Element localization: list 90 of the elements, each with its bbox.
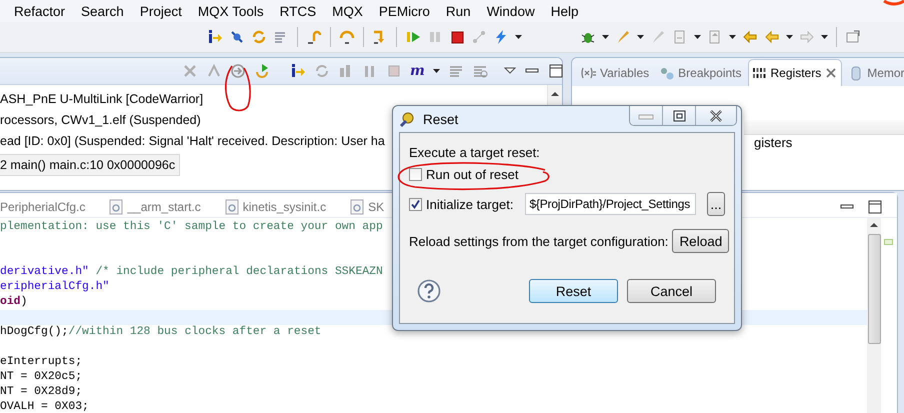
dialog-title: Reset bbox=[423, 112, 458, 126]
view-tab[interactable]: Breakpoints bbox=[655, 59, 746, 86]
stop-icon[interactable] bbox=[449, 29, 465, 45]
maximize-icon[interactable] bbox=[867, 199, 883, 215]
mode-label[interactable]: m bbox=[410, 63, 425, 79]
c-file-icon bbox=[109, 199, 124, 215]
menu-item[interactable]: MQX Tools bbox=[198, 4, 264, 18]
menu-item[interactable]: MQX bbox=[332, 4, 363, 18]
reset-icon[interactable] bbox=[230, 63, 246, 79]
sync-icon[interactable] bbox=[251, 29, 267, 45]
code-line: NT = 0X28d9; bbox=[0, 385, 82, 400]
close-icon bbox=[709, 108, 723, 122]
scrollbar-thumb[interactable] bbox=[868, 234, 880, 344]
menu-item[interactable]: PEMicro bbox=[378, 4, 430, 18]
checkbox[interactable] bbox=[409, 168, 422, 181]
close-icon[interactable] bbox=[824, 66, 838, 80]
restart-icon[interactable] bbox=[254, 63, 270, 79]
registers-text: gisters bbox=[754, 135, 792, 151]
help-icon[interactable] bbox=[417, 279, 441, 303]
browse-button[interactable]: ... bbox=[706, 192, 725, 216]
checkbox-label[interactable]: Initialize target: bbox=[426, 196, 514, 212]
checkbox-label[interactable]: Run out of reset bbox=[426, 167, 518, 182]
code-line: oid) bbox=[0, 295, 28, 310]
caret-icon[interactable] bbox=[637, 35, 644, 39]
caret-icon[interactable] bbox=[694, 35, 701, 39]
window-icon[interactable] bbox=[845, 29, 861, 45]
step-arrow-icon[interactable] bbox=[290, 63, 306, 79]
back-icon[interactable] bbox=[764, 29, 780, 45]
code-line: plementation: use this 'C' sample to create your own app bbox=[0, 220, 383, 235]
reload-button[interactable]: Reload bbox=[672, 229, 730, 253]
caret-icon[interactable] bbox=[786, 35, 793, 39]
resume-icon[interactable] bbox=[405, 29, 421, 45]
debug-tree-item[interactable]: rocessors, CWv1_1.elf (Suspended) bbox=[0, 113, 201, 127]
dialog-button[interactable]: Reset bbox=[529, 279, 618, 303]
step-over-icon[interactable] bbox=[339, 29, 355, 45]
view-menu-icon[interactable] bbox=[504, 66, 516, 76]
close-button[interactable] bbox=[695, 106, 736, 125]
annotation-mark bbox=[883, 0, 904, 6]
lightning-icon[interactable] bbox=[493, 29, 509, 45]
h-file-icon bbox=[350, 199, 364, 215]
brush-icon[interactable] bbox=[615, 29, 631, 45]
checkbox[interactable] bbox=[409, 198, 422, 210]
binary-icon[interactable] bbox=[752, 65, 768, 81]
debug-tree-item[interactable]: ead [ID: 0x0] (Suspended: Signal 'Halt' received. Description: User ha bbox=[0, 134, 385, 148]
terminate-icon[interactable] bbox=[182, 63, 198, 79]
code-line: eripherialCfg.h" bbox=[0, 280, 110, 295]
caret-icon[interactable] bbox=[515, 35, 522, 39]
sync-icon[interactable] bbox=[314, 63, 330, 79]
c-file-icon bbox=[224, 199, 239, 215]
section-heading: Execute a target reset: bbox=[409, 145, 541, 160]
code-line: hDogCfg();//within 128 bus clocks after a reset bbox=[0, 325, 322, 340]
scroll-up-icon[interactable] bbox=[869, 222, 879, 228]
breakpoint-icon[interactable] bbox=[659, 65, 676, 81]
editor-tab[interactable]: __arm_start.c bbox=[109, 199, 201, 215]
caret-icon[interactable] bbox=[729, 35, 736, 39]
view-tab[interactable]: Memor bbox=[844, 59, 904, 86]
scroll-up-icon[interactable] bbox=[550, 91, 560, 97]
debug-tree-item[interactable]: 2 main() main.c:10 0x0000096c bbox=[0, 154, 180, 176]
restore-icon bbox=[672, 110, 686, 122]
restore-button[interactable] bbox=[662, 106, 695, 125]
menu-item[interactable]: Help bbox=[550, 4, 578, 18]
step-arrow-icon[interactable] bbox=[207, 29, 223, 45]
editor-tab[interactable]: kinetis_sysinit.c bbox=[224, 199, 326, 215]
reload-label: Reload settings from the target configuration: bbox=[409, 234, 668, 248]
code-line: OVALH = 0X03; bbox=[0, 400, 89, 413]
debug-tree-item[interactable]: ASH_PnE U-MultiLink [CodeWarrior] bbox=[0, 92, 204, 106]
minimize-icon bbox=[638, 112, 654, 120]
code-line: NT = 0X20c5; bbox=[0, 370, 82, 385]
code-line: derivative.h" /* include peripheral declarations SSKEAZN bbox=[0, 265, 383, 280]
caret-icon[interactable] bbox=[821, 35, 828, 39]
view-tab[interactable]: Registers bbox=[748, 59, 842, 86]
path-field[interactable]: ${ProjDirPath}/Project_Settings bbox=[525, 193, 696, 215]
view-tab[interactable]: Variables bbox=[576, 59, 654, 86]
menu-item[interactable]: Run bbox=[446, 4, 471, 18]
variables-icon[interactable] bbox=[580, 65, 597, 81]
menu-item[interactable]: Project bbox=[140, 4, 182, 18]
menu-item[interactable]: Window bbox=[486, 4, 535, 18]
menu-item[interactable]: Refactor bbox=[14, 4, 66, 18]
caret-icon[interactable] bbox=[432, 69, 440, 73]
dialog-button[interactable]: Cancel bbox=[627, 279, 716, 303]
menu-item[interactable]: RTCS bbox=[280, 4, 316, 18]
step-into-icon[interactable] bbox=[306, 29, 322, 45]
editor-tab[interactable]: PeripherialCfg.c bbox=[0, 200, 86, 214]
editor-tab[interactable]: SK bbox=[350, 199, 384, 215]
maximize-icon[interactable] bbox=[548, 63, 564, 79]
annotation-icon[interactable] bbox=[742, 29, 758, 45]
overview-mark bbox=[884, 239, 893, 245]
caret-icon[interactable] bbox=[602, 35, 609, 39]
code-line: eInterrupts; bbox=[0, 355, 82, 370]
menu-item[interactable]: Search bbox=[81, 4, 124, 18]
